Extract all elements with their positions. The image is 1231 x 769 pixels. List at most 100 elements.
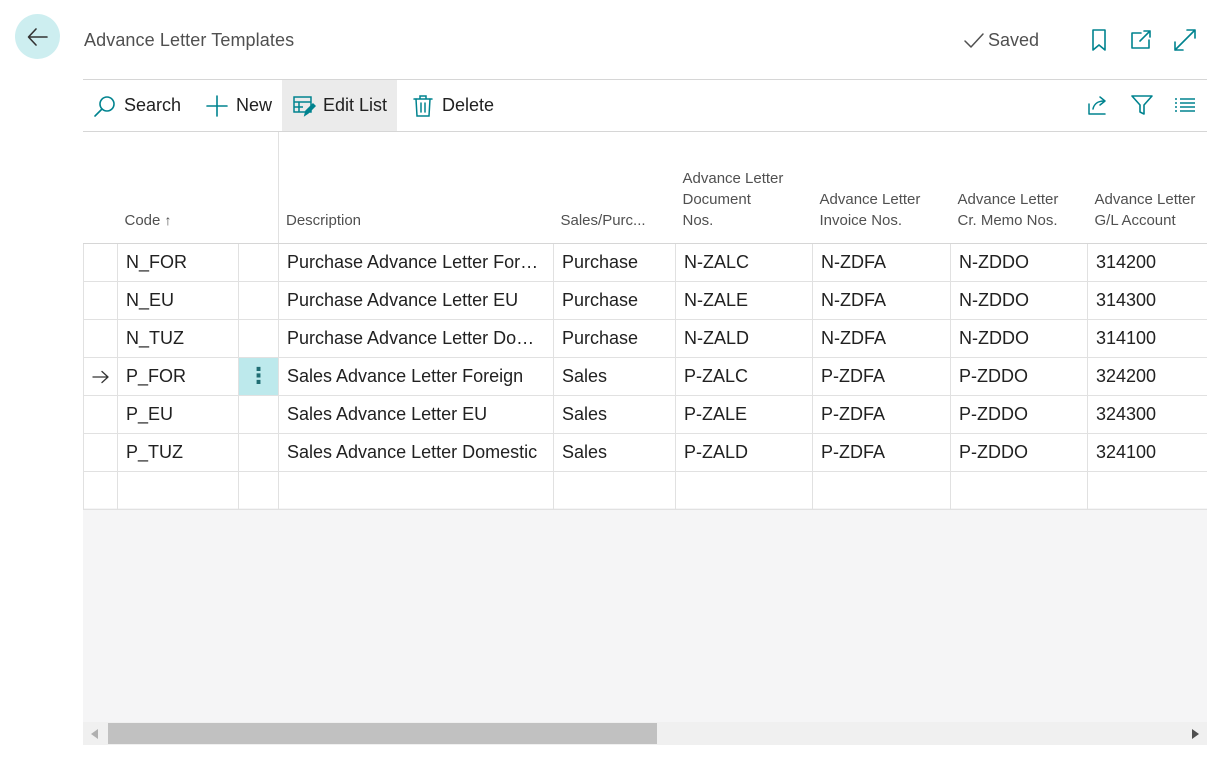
table-row[interactable]: N_EU Purchase Advance Letter EU Purchase… [83,281,1207,320]
row-selector[interactable] [83,471,118,510]
table-row-selected[interactable]: P_FOR ⋮ Sales Advance Letter Foreign Sal… [83,357,1207,396]
cell-sales-purchase[interactable]: Purchase [553,319,676,358]
search-button[interactable]: Search [83,80,191,131]
open-new-window-button[interactable] [1128,27,1154,53]
cell-invoice-nos[interactable]: N-ZDFA [812,243,951,282]
row-selector[interactable] [83,281,118,320]
row-selector[interactable] [83,395,118,434]
cell-gl-account[interactable]: 324200 [1087,357,1207,396]
cell-cr-memo-nos[interactable] [950,471,1088,510]
scroll-right-button[interactable] [1185,722,1205,745]
new-button[interactable]: New [195,80,282,131]
cell-cr-memo-nos[interactable]: N-ZDDO [950,319,1088,358]
delete-button[interactable]: Delete [401,80,504,131]
list-view-button[interactable] [1172,92,1198,118]
cell-sales-purchase[interactable]: Sales [553,395,676,434]
cell-invoice-nos[interactable]: P-ZDFA [812,433,951,472]
cell-document-nos[interactable]: P-ZALD [675,433,813,472]
cell-description[interactable]: Purchase Advance Letter Foreign [278,243,554,282]
row-selector[interactable] [83,357,118,396]
cell-sales-purchase[interactable] [553,471,676,510]
caret-left-icon [91,728,98,739]
cell-code[interactable]: N_EU [117,281,239,320]
cell-cr-memo-nos[interactable]: P-ZDDO [950,433,1088,472]
cell-gl-account[interactable]: 314300 [1087,281,1207,320]
row-actions-cell[interactable] [238,395,279,434]
column-header-description[interactable]: Description [278,132,554,244]
cell-invoice-nos[interactable]: N-ZDFA [812,281,951,320]
checkmark-icon [964,32,984,48]
cell-document-nos[interactable]: N-ZALE [675,281,813,320]
back-button[interactable] [15,14,60,59]
arrow-left-icon [27,27,48,46]
column-header-code[interactable]: Code ↑ [83,132,279,244]
row-actions-cell[interactable] [238,471,279,510]
cell-description[interactable]: Sales Advance Letter Foreign [278,357,554,396]
row-actions-cell[interactable] [238,243,279,282]
cell-code[interactable]: P_TUZ [117,433,239,472]
scroll-left-button[interactable] [85,722,105,745]
column-header-gl-account[interactable]: Advance Letter G/L Account [1087,132,1207,244]
cell-description[interactable] [278,471,554,510]
cell-cr-memo-nos[interactable]: P-ZDDO [950,357,1088,396]
cell-sales-purchase[interactable]: Purchase [553,281,676,320]
cell-invoice-nos[interactable] [812,471,951,510]
scrollbar-thumb[interactable] [108,723,657,744]
cell-code[interactable]: N_FOR [117,243,239,282]
table-row-new[interactable] [83,471,1207,510]
cell-code[interactable]: P_EU [117,395,239,434]
column-header-sales-purchase[interactable]: Sales/Purc... [553,132,676,244]
cell-document-nos[interactable]: P-ZALE [675,395,813,434]
share-button[interactable] [1085,92,1111,118]
cell-description[interactable]: Purchase Advance Letter Domestic [278,319,554,358]
row-actions-button[interactable]: ⋮ [238,357,279,396]
cell-description[interactable]: Sales Advance Letter Domestic [278,433,554,472]
table-row[interactable]: P_TUZ Sales Advance Letter Domestic Sale… [83,433,1207,472]
search-label: Search [124,95,182,115]
cell-sales-purchase[interactable]: Sales [553,357,676,396]
cell-document-nos[interactable]: N-ZALD [675,319,813,358]
cell-gl-account[interactable]: 324100 [1087,433,1207,472]
expand-button[interactable] [1172,27,1198,53]
cell-invoice-nos[interactable]: N-ZDFA [812,319,951,358]
cell-invoice-nos[interactable]: P-ZDFA [812,357,951,396]
row-selector[interactable] [83,243,118,282]
table-row[interactable]: P_EU Sales Advance Letter EU Sales P-ZAL… [83,395,1207,434]
row-actions-cell[interactable] [238,281,279,320]
cell-sales-purchase[interactable]: Sales [553,433,676,472]
cell-sales-purchase[interactable]: Purchase [553,243,676,282]
horizontal-scrollbar[interactable] [83,722,1207,745]
cell-document-nos[interactable] [675,471,813,510]
filter-button[interactable] [1129,92,1155,118]
cell-code[interactable]: N_TUZ [117,319,239,358]
cell-gl-account[interactable]: 314200 [1087,243,1207,282]
column-header-document-nos[interactable]: Advance Letter Document Nos. [675,132,813,244]
grid-empty-area [83,508,1207,745]
cell-gl-account[interactable]: 314100 [1087,319,1207,358]
edit-list-button[interactable]: Edit List [282,80,397,131]
row-actions-cell[interactable] [238,319,279,358]
cell-code[interactable] [117,471,239,510]
column-header-cr-memo-nos[interactable]: Advance Letter Cr. Memo Nos. [950,132,1088,244]
cell-cr-memo-nos[interactable]: N-ZDDO [950,243,1088,282]
row-selector[interactable] [83,433,118,472]
column-header-invoice-nos[interactable]: Advance Letter Invoice Nos. [812,132,951,244]
cell-gl-account[interactable] [1087,471,1207,510]
cell-gl-account[interactable]: 324300 [1087,395,1207,434]
cell-code[interactable]: P_FOR [117,357,239,396]
caret-right-icon [1192,728,1199,739]
cell-document-nos[interactable]: N-ZALC [675,243,813,282]
current-row-arrow-icon [91,370,109,383]
row-selector[interactable] [83,319,118,358]
cell-document-nos[interactable]: P-ZALC [675,357,813,396]
cell-description[interactable]: Purchase Advance Letter EU [278,281,554,320]
table-row[interactable]: N_TUZ Purchase Advance Letter Domestic P… [83,319,1207,358]
cell-cr-memo-nos[interactable]: N-ZDDO [950,281,1088,320]
table-row[interactable]: N_FOR Purchase Advance Letter Foreign Pu… [83,243,1207,282]
cell-description[interactable]: Sales Advance Letter EU [278,395,554,434]
cell-cr-memo-nos[interactable]: P-ZDDO [950,395,1088,434]
sort-ascending-icon: ↑ [164,211,172,228]
row-actions-cell[interactable] [238,433,279,472]
bookmark-button[interactable] [1086,27,1112,53]
cell-invoice-nos[interactable]: P-ZDFA [812,395,951,434]
